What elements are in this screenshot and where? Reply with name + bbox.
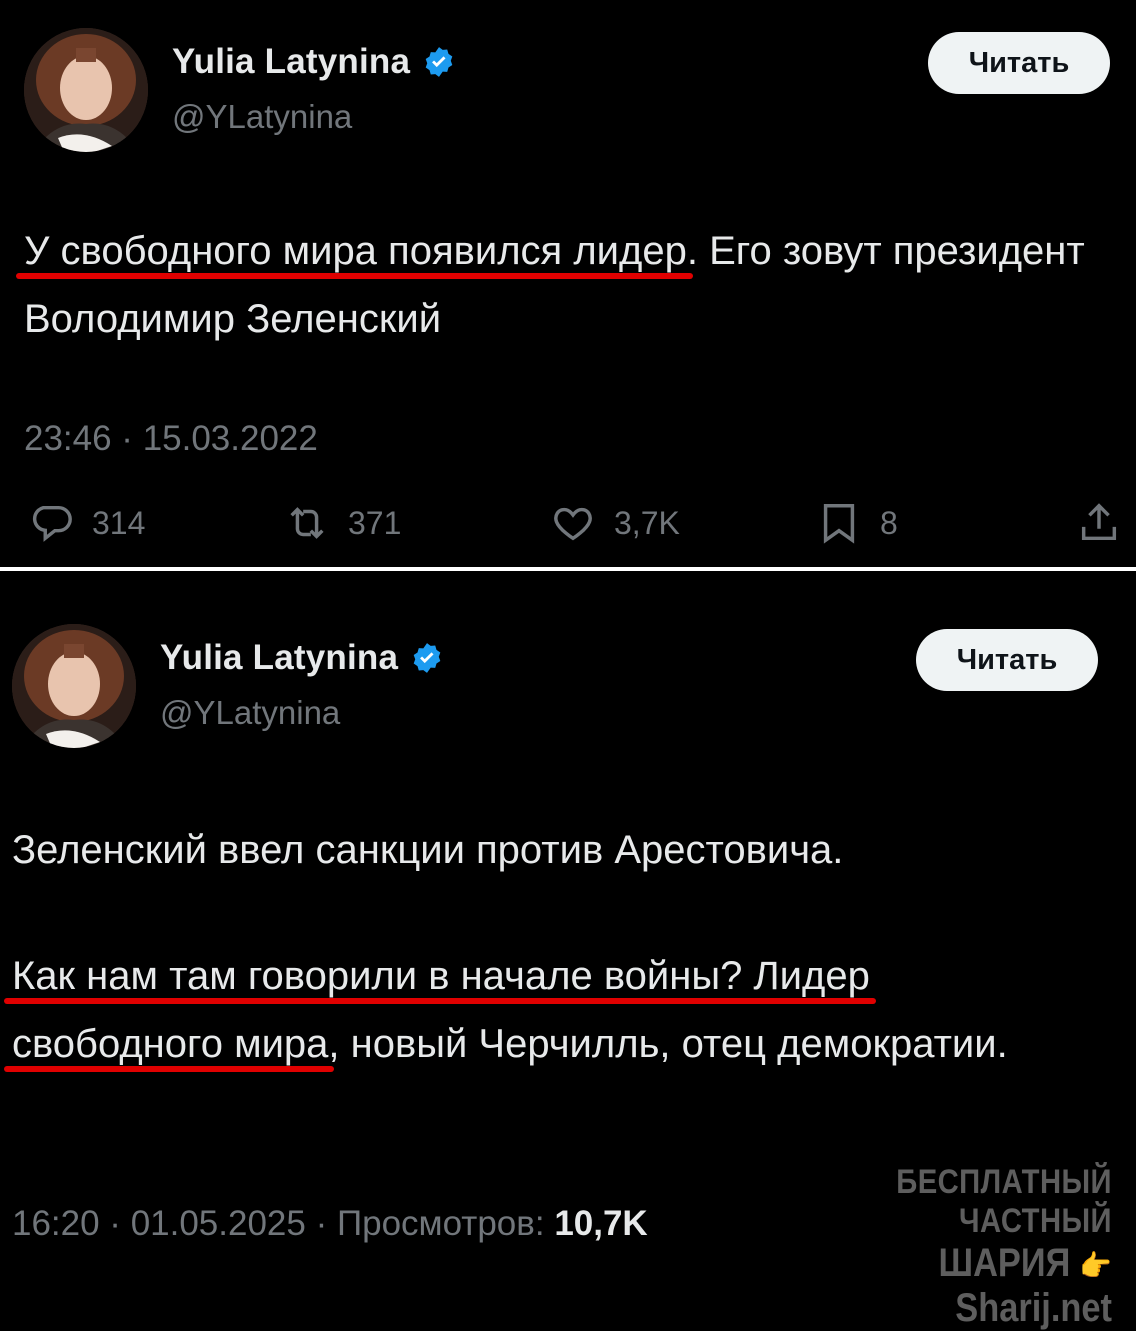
underlined-quote: У свободного мира появился лидер	[24, 229, 687, 273]
verified-badge-icon	[413, 643, 441, 673]
tweet-timestamp-row: 16:20 · 01.05.2025 · Просмотров: 10,7K	[12, 1204, 648, 1244]
like-count: 3,7K	[614, 504, 680, 541]
watermark-site: Sharij.net	[955, 1286, 1112, 1330]
bookmark-count: 8	[880, 504, 898, 541]
author-name[interactable]: Yulia Latynina	[160, 638, 398, 678]
action-bar: 314 371 3,7K 8	[22, 500, 1122, 556]
repost-count: 371	[348, 504, 402, 541]
tweet-1: Yulia Latynina @YLatynina Читать У свобо…	[0, 0, 1136, 565]
tweet-paragraph-2: Как нам там говорили в начале войны? Лид…	[12, 942, 1112, 1078]
follow-button[interactable]: Читать	[928, 32, 1110, 94]
author-handle[interactable]: @YLatynina	[172, 98, 352, 136]
bookmark-button[interactable]: 8	[816, 500, 898, 546]
repost-icon	[290, 507, 324, 539]
watermark-brand: ШАРИЯ	[938, 1241, 1071, 1285]
author-name[interactable]: Yulia Latynina	[172, 42, 410, 82]
author-handle[interactable]: @YLatynina	[160, 694, 340, 732]
author-row: Yulia Latynina	[172, 42, 456, 82]
like-icon	[554, 507, 592, 541]
like-button[interactable]: 3,7K	[550, 500, 680, 546]
author-row: Yulia Latynina	[160, 638, 444, 678]
avatar[interactable]	[24, 28, 148, 152]
follow-button[interactable]: Читать	[916, 629, 1098, 691]
tweet-text: У свободного мира появился лидер. Его зо…	[24, 217, 1124, 353]
tweet-paragraph-1: Зеленский ввел санкции против Арестовича…	[12, 828, 844, 872]
watermark-line2: ШАРИЯ 👉 Sharij.net	[777, 1241, 1112, 1331]
reply-count: 314	[92, 504, 146, 541]
watermark-line1: БЕСПЛАТНЫЙ ЧАСТНЫЙ	[896, 1163, 1112, 1240]
share-icon	[1081, 503, 1117, 541]
watermark: БЕСПЛАТНЫЙ ЧАСТНЫЙ ШАРИЯ 👉 Sharij.net	[777, 1163, 1112, 1331]
share-button[interactable]	[1076, 500, 1122, 546]
underlined-quote-1: Как нам там говорили в начале войны? Лид…	[12, 954, 870, 998]
underlined-quote-2: свободного мира	[12, 1022, 329, 1066]
views-count: 10,7K	[554, 1204, 648, 1243]
tweet-timestamp[interactable]: 23:46 · 15.03.2022	[24, 419, 318, 459]
repost-button[interactable]: 371	[284, 500, 401, 546]
avatar[interactable]	[12, 624, 136, 748]
tweet-text: Зеленский ввел санкции против Арестовича…	[12, 816, 1112, 1078]
tweet-timestamp[interactable]: 16:20 · 01.05.2025 · Просмотров:	[12, 1204, 554, 1243]
reply-icon	[32, 505, 72, 542]
verified-badge-icon	[425, 47, 453, 77]
tweet-text-rest: , новый Черчилль, отец демократии.	[328, 1022, 1008, 1066]
bookmark-icon	[823, 504, 855, 544]
reply-button[interactable]: 314	[28, 500, 145, 546]
image-divider	[0, 565, 1136, 578]
pointing-hand-icon: 👉	[1079, 1250, 1112, 1283]
